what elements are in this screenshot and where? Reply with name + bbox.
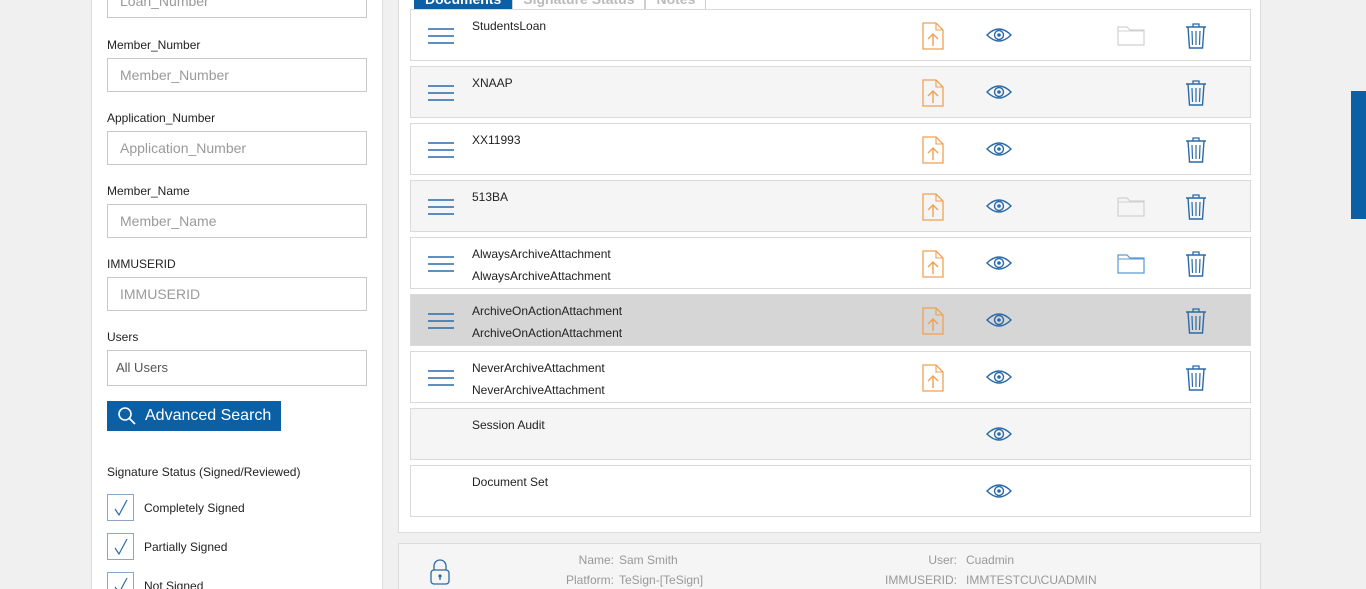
users-select-value: All Users [116, 360, 169, 375]
upload-icon[interactable] [918, 78, 948, 108]
upload-icon[interactable] [918, 21, 948, 51]
delete-icon[interactable] [1183, 249, 1209, 279]
document-name: Session Audit [472, 418, 545, 432]
checkmark-icon [114, 577, 128, 589]
signature-status-label: Signature Status (Signed/Reviewed) [107, 465, 301, 479]
completely-signed-checkbox[interactable] [107, 494, 134, 521]
application-number-input[interactable] [107, 131, 367, 165]
session-info-bar: Name: Sam Smith Platform: TeSign-[TeSign… [398, 543, 1261, 589]
view-icon[interactable] [984, 137, 1014, 161]
archive-folder-icon [1115, 22, 1147, 48]
lock-icon [429, 558, 451, 589]
document-subtitle: ArchiveOnActionAttachment [472, 326, 623, 340]
footer-immuserid-value: IMMTESTCU\CUADMIN [966, 573, 1097, 587]
menu-icon[interactable] [425, 26, 457, 46]
delete-icon[interactable] [1183, 78, 1209, 108]
document-name: Document Set [472, 475, 549, 489]
advanced-search-label: Advanced Search [145, 407, 272, 424]
tab-notes[interactable]: Notes [645, 0, 707, 9]
users-select[interactable]: All Users [107, 350, 367, 386]
search-panel: Member_Number Application_Number Member_… [91, 0, 383, 589]
document-name: NeverArchiveAttachment [472, 361, 605, 375]
member-number-input[interactable] [107, 58, 367, 92]
delete-icon[interactable] [1183, 306, 1209, 336]
advanced-search-button[interactable]: Advanced Search [107, 401, 281, 431]
document-subtitle: AlwaysArchiveAttachment [472, 269, 611, 283]
footer-user-key: User: [928, 553, 957, 567]
footer-platform-key: Platform: [565, 573, 614, 587]
view-icon[interactable] [984, 194, 1014, 218]
delete-icon[interactable] [1183, 192, 1209, 222]
view-icon[interactable] [984, 365, 1014, 389]
document-name: ArchiveOnActionAttachment [472, 304, 623, 318]
footer-platform-value: TeSign-[TeSign] [619, 573, 704, 587]
side-panel-toggle[interactable] [1351, 91, 1366, 219]
document-name: 513BA [472, 190, 509, 204]
document-row[interactable]: AlwaysArchiveAttachment AlwaysArchiveAtta… [410, 237, 1251, 289]
document-row[interactable]: Session Audit [410, 408, 1251, 460]
view-icon[interactable] [984, 80, 1014, 104]
document-row[interactable]: XNAAP [410, 66, 1251, 118]
document-name: XX11993 [472, 133, 521, 147]
document-row[interactable]: Document Set [410, 465, 1251, 517]
menu-icon[interactable] [425, 368, 457, 388]
application-number-label: Application_Number [107, 111, 216, 125]
documents-panel: Documents Signature Status Notes Student… [398, 0, 1261, 533]
view-icon[interactable] [984, 308, 1014, 332]
search-icon [117, 406, 137, 426]
delete-icon[interactable] [1183, 21, 1209, 51]
menu-icon[interactable] [425, 311, 457, 331]
menu-icon[interactable] [425, 83, 457, 103]
upload-icon[interactable] [918, 135, 948, 165]
not-signed-checkbox[interactable] [107, 572, 134, 589]
partially-signed-checkbox-row[interactable]: Partially Signed [107, 533, 227, 560]
document-row[interactable]: NeverArchiveAttachment NeverArchiveAttach… [410, 351, 1251, 403]
member-number-label: Member_Number [107, 38, 201, 52]
completely-signed-label: Completely Signed [144, 500, 245, 515]
document-name: AlwaysArchiveAttachment [472, 247, 611, 261]
view-icon[interactable] [984, 251, 1014, 275]
partially-signed-checkbox[interactable] [107, 533, 134, 560]
footer-immuserid-key: IMMUSERID: [885, 573, 957, 587]
member-name-input[interactable] [107, 204, 367, 238]
tab-documents[interactable]: Documents [414, 0, 513, 9]
menu-icon[interactable] [425, 254, 457, 274]
not-signed-label: Not Signed [144, 578, 204, 589]
upload-icon[interactable] [918, 249, 948, 279]
loan-number-input[interactable] [107, 0, 367, 18]
member-name-label: Member_Name [107, 184, 190, 198]
users-label: Users [107, 330, 139, 344]
completely-signed-checkbox-row[interactable]: Completely Signed [107, 494, 245, 521]
archive-folder-icon[interactable] [1115, 250, 1147, 276]
delete-icon[interactable] [1183, 135, 1209, 165]
footer-name-key: Name: [578, 553, 614, 567]
document-row[interactable]: ArchiveOnActionAttachment ArchiveOnAction… [410, 294, 1251, 346]
checkmark-icon [114, 499, 128, 516]
view-icon[interactable] [984, 479, 1014, 503]
partially-signed-label: Partially Signed [144, 539, 228, 554]
document-row[interactable]: XX11993 [410, 123, 1251, 175]
checkmark-icon [114, 538, 128, 555]
upload-icon[interactable] [918, 192, 948, 222]
view-icon[interactable] [984, 422, 1014, 446]
document-subtitle: NeverArchiveAttachment [472, 383, 605, 397]
upload-icon[interactable] [918, 306, 948, 336]
menu-icon[interactable] [425, 197, 457, 217]
menu-icon[interactable] [425, 140, 457, 160]
immuserid-label: IMMUSERID [107, 257, 176, 271]
tab-signature-status[interactable]: Signature Status [512, 0, 646, 9]
view-icon[interactable] [984, 23, 1014, 47]
immuserid-input[interactable] [107, 277, 367, 311]
not-signed-checkbox-row[interactable]: Not Signed [107, 572, 203, 589]
document-row[interactable]: 513BA [410, 180, 1251, 232]
upload-icon[interactable] [918, 363, 948, 393]
archive-folder-icon [1115, 193, 1147, 219]
delete-icon[interactable] [1183, 363, 1209, 393]
document-name: XNAAP [472, 76, 513, 90]
document-row[interactable]: StudentsLoan [410, 9, 1251, 61]
document-name: StudentsLoan [472, 19, 547, 33]
footer-name-value: Sam Smith [619, 553, 678, 567]
footer-user-value: Cuadmin [966, 553, 1015, 567]
